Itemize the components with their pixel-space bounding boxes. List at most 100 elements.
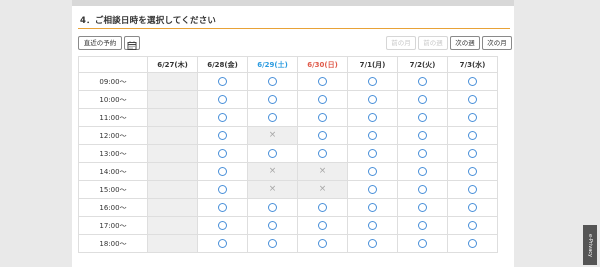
available-slot[interactable]	[247, 234, 298, 253]
available-slot[interactable]	[247, 90, 298, 109]
time-label: 17:00〜	[78, 216, 148, 235]
available-circle-icon	[418, 95, 427, 104]
prev-month-button[interactable]: 前の月	[386, 36, 416, 50]
available-slot[interactable]	[247, 144, 298, 163]
available-slot[interactable]	[447, 216, 498, 235]
available-slot[interactable]	[197, 108, 248, 127]
available-slot[interactable]	[347, 198, 398, 217]
available-circle-icon	[368, 77, 377, 86]
time-row: 09:00〜	[78, 72, 498, 91]
time-label: 14:00〜	[78, 162, 148, 181]
calendar-button[interactable]	[124, 36, 140, 50]
unavailable-slot	[147, 72, 198, 91]
available-slot[interactable]	[347, 108, 398, 127]
available-slot[interactable]	[347, 90, 398, 109]
available-slot[interactable]	[297, 108, 348, 127]
available-slot[interactable]	[397, 216, 448, 235]
available-slot[interactable]	[347, 72, 398, 91]
available-slot[interactable]	[197, 234, 248, 253]
time-label: 11:00〜	[78, 108, 148, 127]
available-slot[interactable]	[247, 108, 298, 127]
prev-week-button[interactable]: 前の週	[418, 36, 448, 50]
full-mark-icon: ×	[268, 184, 277, 194]
available-slot[interactable]	[397, 108, 448, 127]
available-slot[interactable]	[447, 90, 498, 109]
available-circle-icon	[468, 185, 477, 194]
available-slot[interactable]	[297, 198, 348, 217]
available-slot[interactable]	[297, 234, 348, 253]
available-circle-icon	[468, 77, 477, 86]
privacy-tab[interactable]: e-Privacy	[583, 225, 597, 265]
available-slot[interactable]	[297, 72, 348, 91]
available-slot[interactable]	[397, 162, 448, 181]
available-slot[interactable]	[247, 72, 298, 91]
available-slot[interactable]	[397, 144, 448, 163]
available-slot[interactable]	[347, 126, 398, 145]
available-circle-icon	[268, 149, 277, 158]
available-slot[interactable]	[197, 180, 248, 199]
available-circle-icon	[218, 167, 227, 176]
available-circle-icon	[468, 203, 477, 212]
available-slot[interactable]	[397, 90, 448, 109]
available-slot[interactable]	[447, 234, 498, 253]
unavailable-slot	[147, 198, 198, 217]
available-slot[interactable]	[447, 126, 498, 145]
available-circle-icon	[468, 95, 477, 104]
available-slot[interactable]	[347, 216, 398, 235]
available-slot[interactable]	[197, 90, 248, 109]
available-circle-icon	[418, 167, 427, 176]
available-slot[interactable]	[197, 162, 248, 181]
available-slot[interactable]	[447, 144, 498, 163]
available-slot[interactable]	[447, 198, 498, 217]
available-circle-icon	[418, 131, 427, 140]
available-slot[interactable]	[397, 126, 448, 145]
day-header: 7/1(月)	[347, 56, 398, 73]
available-slot[interactable]	[247, 216, 298, 235]
next-week-button[interactable]: 次の週	[450, 36, 480, 50]
available-slot[interactable]	[197, 216, 248, 235]
available-slot[interactable]	[347, 234, 398, 253]
available-circle-icon	[418, 239, 427, 248]
available-slot[interactable]	[247, 198, 298, 217]
available-slot[interactable]	[347, 162, 398, 181]
latest-booking-button[interactable]: 直近の予約	[78, 36, 122, 50]
available-circle-icon	[218, 77, 227, 86]
available-slot[interactable]	[347, 180, 398, 199]
available-circle-icon	[218, 203, 227, 212]
corner-cell	[78, 56, 148, 73]
available-slot[interactable]	[447, 162, 498, 181]
available-slot[interactable]	[197, 144, 248, 163]
unavailable-slot	[147, 90, 198, 109]
available-slot[interactable]	[297, 144, 348, 163]
time-row: 14:00〜 × ×	[78, 162, 498, 181]
available-slot[interactable]	[197, 72, 248, 91]
available-circle-icon	[218, 131, 227, 140]
available-circle-icon	[368, 149, 377, 158]
time-row: 15:00〜 × ×	[78, 180, 498, 199]
available-circle-icon	[318, 113, 327, 122]
available-slot[interactable]	[197, 126, 248, 145]
day-header: 6/27(木)	[147, 56, 198, 73]
available-slot[interactable]	[447, 72, 498, 91]
available-circle-icon	[318, 149, 327, 158]
available-circle-icon	[218, 113, 227, 122]
available-slot[interactable]	[347, 144, 398, 163]
available-slot[interactable]	[447, 180, 498, 199]
available-slot[interactable]	[397, 234, 448, 253]
unavailable-slot	[147, 234, 198, 253]
available-slot[interactable]	[397, 180, 448, 199]
available-slot[interactable]	[297, 126, 348, 145]
header-row: 6/27(木) 6/28(金) 6/29(土) 6/30(日) 7/1(月) 7…	[78, 56, 498, 73]
available-circle-icon	[418, 185, 427, 194]
available-slot[interactable]	[297, 90, 348, 109]
full-mark-icon: ×	[268, 130, 277, 140]
available-slot[interactable]	[447, 108, 498, 127]
available-slot[interactable]	[397, 72, 448, 91]
available-slot[interactable]	[397, 198, 448, 217]
available-circle-icon	[218, 185, 227, 194]
available-circle-icon	[368, 113, 377, 122]
available-circle-icon	[418, 113, 427, 122]
next-month-button[interactable]: 次の月	[482, 36, 512, 50]
available-slot[interactable]	[197, 198, 248, 217]
available-slot[interactable]	[297, 216, 348, 235]
